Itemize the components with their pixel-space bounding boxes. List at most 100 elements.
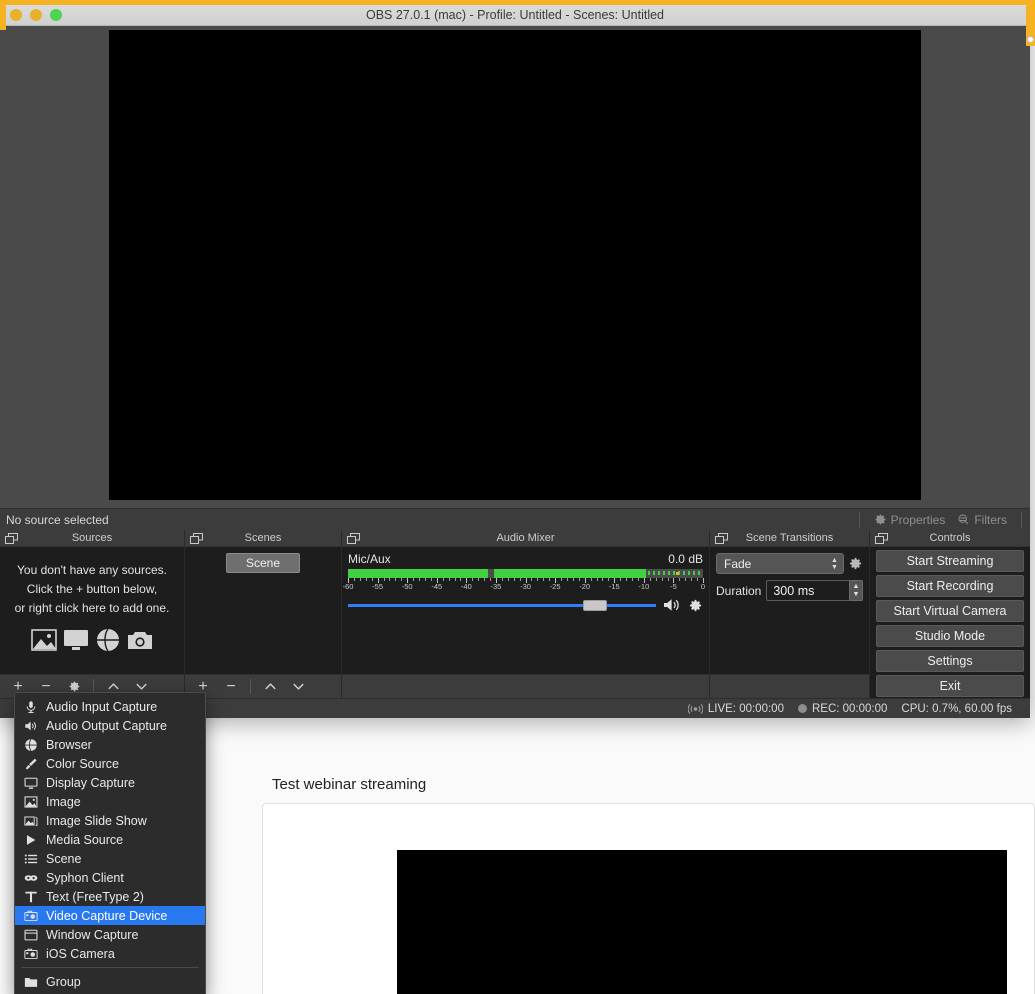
start-virtual-camera-button[interactable]: Start Virtual Camera (876, 600, 1024, 622)
scale-tick-label: -40 (460, 582, 472, 591)
duration-row: Duration 300 ms ▲ ▼ (716, 580, 863, 601)
source-menu-item-2[interactable]: Browser (15, 735, 205, 754)
start-streaming-button[interactable]: Start Streaming (876, 550, 1024, 572)
audio-settings-gear-icon[interactable] (688, 598, 703, 613)
sources-list[interactable]: You don't have any sources. Click the + … (0, 547, 184, 674)
remove-scene-button[interactable]: − (218, 677, 244, 697)
scale-tick-label: -25 (549, 582, 561, 591)
controls-body: Start Streaming Start Recording Start Vi… (870, 547, 1030, 698)
obs-window: OBS 27.0.1 (mac) - Profile: Untitled - S… (0, 4, 1030, 718)
duration-label: Duration (716, 583, 762, 598)
meter-floor-dot (349, 572, 352, 575)
source-status-label: No source selected (6, 512, 109, 527)
scale-tick-minor (537, 578, 539, 581)
scale-tick-minor (401, 578, 403, 581)
transition-row: Fade ▲ ▼ (716, 553, 863, 574)
webinar-video-surface[interactable] (397, 850, 1007, 994)
scene-list-item[interactable]: Scene (226, 553, 300, 573)
rec-label: REC: 00:00:00 (811, 702, 888, 715)
scale-tick-minor (596, 578, 598, 581)
empty-line: You don't have any sources. (17, 563, 167, 577)
scenes-dock: Scenes Scene + − (185, 530, 342, 698)
transition-properties-gear-icon[interactable] (848, 556, 863, 571)
settings-button[interactable]: Settings (876, 650, 1024, 672)
source-menu-item-5[interactable]: Image (15, 792, 205, 811)
move-scene-up-button[interactable] (257, 677, 283, 697)
scale-tick-minor (685, 578, 687, 581)
exit-button[interactable]: Exit (876, 675, 1024, 697)
scene-transitions-dock-title: Scene Transitions (745, 532, 834, 544)
scale-tick-label: -50 (401, 582, 413, 591)
volume-slider-handle[interactable] (582, 600, 607, 611)
transition-select[interactable]: Fade ▲ ▼ (716, 553, 844, 574)
source-menu-item-label: Group (46, 974, 81, 989)
source-menu-item-10[interactable]: Text (FreeType 2) (15, 887, 205, 906)
scale-tick-minor (549, 578, 551, 581)
webinar-player-card[interactable] (262, 803, 1035, 994)
source-menu-item-label: Color Source (46, 756, 119, 771)
source-menu-item-label: Display Capture (46, 775, 135, 790)
sources-dock-titlebar[interactable]: Sources (0, 530, 184, 547)
source-menu-item-13[interactable]: iOS Camera (15, 944, 205, 963)
cpu-status: CPU: 0.7%, 60.00 fps (901, 703, 1012, 715)
live-status: LIVE: 00:00:00 (687, 703, 784, 715)
scale-tick-minor (484, 578, 486, 581)
scene-transitions-dock-titlebar[interactable]: Scene Transitions (710, 530, 869, 547)
controls-dock-titlebar[interactable]: Controls (870, 530, 1030, 547)
source-menu-item-label: Image Slide Show (46, 813, 147, 828)
duration-input[interactable]: 300 ms ▲ ▼ (766, 580, 863, 601)
preview-area[interactable] (0, 26, 1030, 508)
scale-tick-minor (472, 578, 474, 581)
scale-tick-label: -30 (520, 582, 531, 591)
source-menu-item-1[interactable]: Audio Output Capture (15, 716, 205, 735)
camera-icon (127, 628, 153, 652)
scenes-dock-titlebar[interactable]: Scenes (185, 530, 341, 547)
scale-tick-minor (413, 578, 415, 581)
capture-frame-left (0, 0, 6, 30)
filters-button[interactable]: Filters (951, 510, 1013, 530)
scale-tick-minor (383, 578, 385, 581)
source-menu-item-6[interactable]: Image Slide Show (15, 811, 205, 830)
source-menu-item-group[interactable]: Group (15, 972, 205, 991)
scale-tick-minor (626, 578, 628, 581)
image-icon (31, 628, 57, 652)
scale-tick-minor (395, 578, 397, 581)
scale-tick-minor (566, 578, 568, 581)
source-menu-item-0[interactable]: Audio Input Capture (15, 697, 205, 716)
source-menu-item-label: Window Capture (46, 927, 139, 942)
source-menu-item-9[interactable]: Syphon Client (15, 868, 205, 887)
scale-tick-minor (578, 578, 580, 581)
controls-dock: Controls Start Streaming Start Recording… (870, 530, 1030, 698)
source-menu-item-3[interactable]: Color Source (15, 754, 205, 773)
studio-mode-button[interactable]: Studio Mode (876, 625, 1024, 647)
preview-canvas[interactable] (109, 30, 921, 500)
scale-tick-minor (430, 578, 432, 581)
channel-name: Mic/Aux (348, 552, 391, 566)
source-menu-item-11[interactable]: Video Capture Device (15, 906, 205, 925)
source-menu-item-4[interactable]: Display Capture (15, 773, 205, 792)
move-scene-down-button[interactable] (285, 677, 311, 697)
add-source-menu[interactable]: Audio Input Capture Audio Output Capture B… (14, 692, 206, 994)
source-menu-item-8[interactable]: Scene (15, 849, 205, 868)
source-menu-item-7[interactable]: Media Source (15, 830, 205, 849)
audio-mixer-dock-titlebar[interactable]: Audio Mixer (342, 530, 709, 547)
capture-frame-handle[interactable] (1027, 36, 1034, 43)
meter-scale: -60 -55 -50 -45 -40 -35 -30 -25 -20 -15 -10 -5 0 (343, 578, 705, 591)
scale-tick-minor (531, 578, 533, 581)
sources-empty-message: You don't have any sources. Click the + … (0, 547, 184, 618)
capture-frame-top (0, 0, 1035, 5)
volume-slider[interactable] (348, 598, 656, 612)
source-menu-item-12[interactable]: Window Capture (15, 925, 205, 944)
toolbar-separator (858, 511, 860, 528)
scale-tick-minor (637, 578, 639, 581)
scale-tick-minor (513, 578, 515, 581)
start-recording-button[interactable]: Start Recording (876, 575, 1024, 597)
mute-button[interactable] (662, 597, 682, 613)
gear-icon (874, 513, 887, 526)
scenes-dock-title: Scenes (244, 532, 282, 544)
duration-stepper[interactable]: ▲ ▼ (849, 580, 863, 601)
scenes-list[interactable]: Scene (185, 547, 341, 674)
scale-tick-minor (353, 578, 355, 581)
properties-button[interactable]: Properties (868, 510, 952, 530)
obs-titlebar[interactable]: OBS 27.0.1 (mac) - Profile: Untitled - S… (0, 4, 1030, 26)
